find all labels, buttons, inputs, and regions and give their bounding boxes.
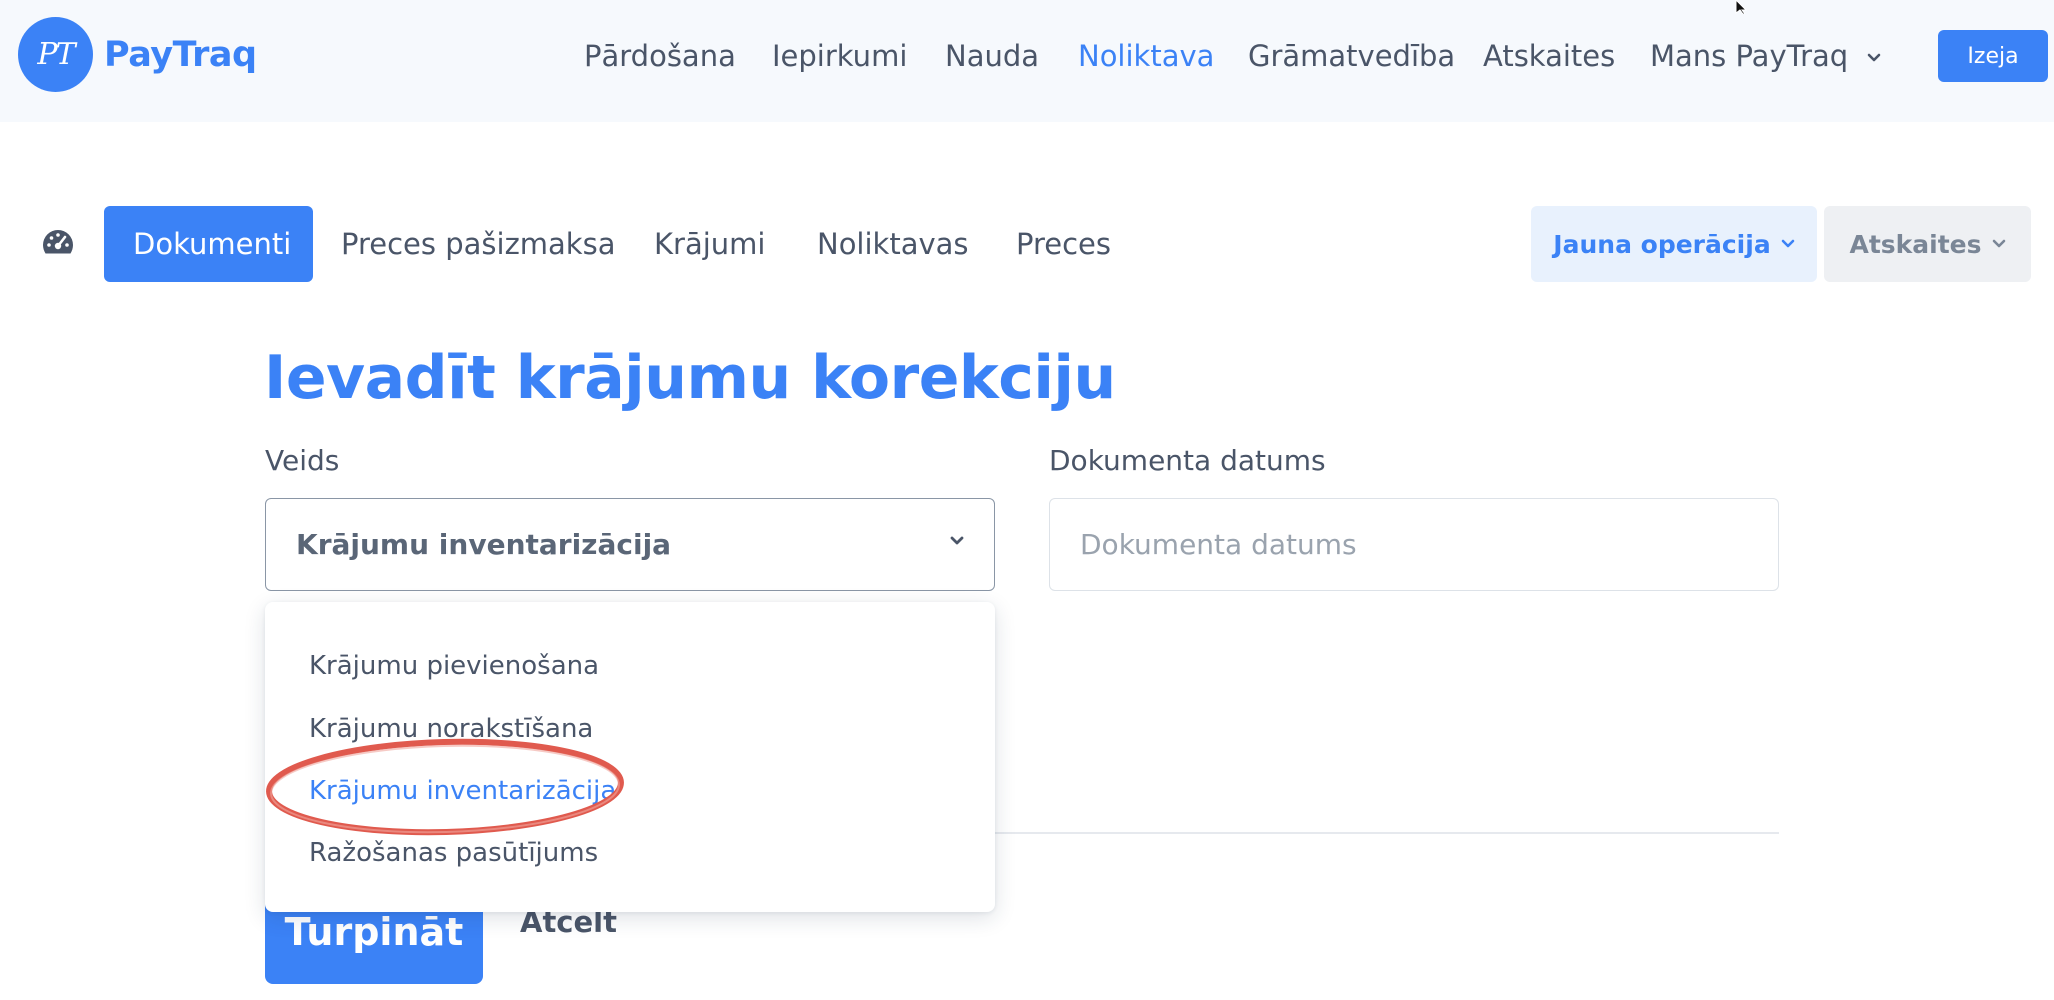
new-operation-button[interactable]: Jauna operācija: [1531, 206, 1817, 282]
date-label: Dokumenta datums: [1049, 444, 1326, 477]
nav-item-pardosana[interactable]: Pārdošana: [584, 36, 736, 76]
tab-preces[interactable]: Preces: [1016, 206, 1111, 282]
tab-noliktavas[interactable]: Noliktavas: [817, 206, 969, 282]
option-krajumu-norakstisana[interactable]: Krājumu norakstīšana: [309, 712, 593, 746]
page-title: Ievadīt krājumu korekciju: [264, 343, 1116, 413]
tab-preces-pasizmaksa[interactable]: Preces pašizmaksa: [341, 206, 615, 282]
chevron-down-icon: [950, 536, 964, 545]
type-dropdown-menu: Krājumu pievienošana Krājumu norakstīšan…: [265, 602, 995, 912]
option-krajumu-inventarizacija[interactable]: Krājumu inventarizācija: [309, 774, 616, 808]
top-bar: PT PayTraq Pārdošana Iepirkumi Nauda Nol…: [0, 0, 2054, 122]
nav-item-mans-paytraq-label: Mans PayTraq: [1650, 39, 1849, 73]
option-krajumu-pievienosana[interactable]: Krājumu pievienošana: [309, 649, 599, 683]
mouse-cursor-icon: [1735, 0, 1748, 14]
reports-button[interactable]: Atskaites: [1824, 206, 2031, 282]
reports-label: Atskaites: [1849, 229, 1982, 259]
option-razosanas-pasutijums[interactable]: Ražošanas pasūtījums: [309, 836, 598, 870]
nav-item-nauda[interactable]: Nauda: [945, 36, 1039, 76]
speedometer-icon[interactable]: [41, 228, 75, 256]
type-select-value: Krājumu inventarizācija: [296, 528, 672, 561]
nav-item-noliktava[interactable]: Noliktava: [1078, 36, 1214, 76]
new-operation-label: Jauna operācija: [1553, 229, 1771, 259]
chevron-down-icon: [1868, 53, 1881, 62]
chevron-down-icon: [1781, 239, 1795, 248]
document-date-input[interactable]: [1049, 498, 1779, 591]
nav-item-atskaites[interactable]: Atskaites: [1483, 36, 1615, 76]
type-select[interactable]: Krājumu inventarizācija: [265, 498, 995, 591]
tab-dokumenti[interactable]: Dokumenti: [104, 206, 313, 282]
page: PT PayTraq Pārdošana Iepirkumi Nauda Nol…: [0, 0, 2054, 1000]
nav-item-iepirkumi[interactable]: Iepirkumi: [772, 36, 907, 76]
chevron-down-icon: [1992, 239, 2005, 248]
nav-item-gramatvediba[interactable]: Grāmatvedība: [1248, 36, 1455, 76]
exit-button[interactable]: Izeja: [1938, 30, 2048, 82]
nav-item-mans-paytraq[interactable]: Mans PayTraq: [1650, 36, 1881, 76]
tab-krajumi[interactable]: Krājumi: [654, 206, 765, 282]
main-nav: Pārdošana Iepirkumi Nauda Noliktava Grām…: [0, 0, 2054, 112]
type-label: Veids: [265, 444, 340, 477]
